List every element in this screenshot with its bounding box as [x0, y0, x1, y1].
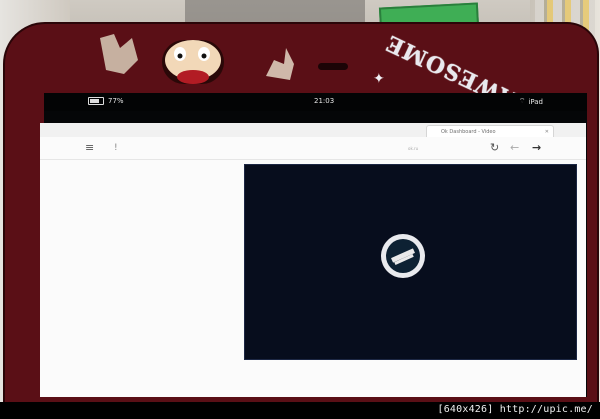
watermark-bar: [640x426] http://upic.me/ — [0, 402, 600, 419]
reload-icon[interactable]: ↻ — [490, 142, 499, 153]
status-bar: 77% 21:03 ⌔ iPad — [44, 93, 587, 111]
hamburger-icon[interactable]: ≡ — [85, 142, 94, 153]
watermark-text: [640x426] http://upic.me/ — [437, 404, 593, 415]
tab-title: Ok Dashboard - Video — [441, 129, 496, 135]
star-icon: ✦ — [373, 71, 385, 87]
close-icon[interactable]: ✕ — [545, 126, 549, 137]
battery-icon — [88, 97, 104, 105]
forward-arrow-icon[interactable]: → — [532, 142, 541, 153]
address-bar[interactable]: ok.ru — [408, 146, 418, 151]
tab-active[interactable]: Ok Dashboard - Video ✕ — [426, 125, 554, 137]
photo: I'M AWESOME ✦ 77% 21:03 ⌔ iPad Ok Dashbo… — [0, 0, 600, 419]
back-arrow-icon[interactable]: ← — [510, 142, 519, 153]
browser-toolbar: ≡ ! ok.ru ↻ ← → — [40, 137, 586, 160]
tab-strip: Ok Dashboard - Video ✕ — [40, 123, 586, 138]
front-camera — [318, 63, 348, 70]
battery-level: 77% — [108, 97, 124, 105]
info-icon[interactable]: ! — [114, 143, 118, 154]
play-icon — [386, 239, 420, 273]
play-overlay-icon[interactable] — [381, 234, 425, 278]
device-name: iPad — [528, 97, 543, 106]
wifi-icon: ⌔ — [518, 97, 526, 105]
clock: 21:03 — [314, 97, 335, 105]
